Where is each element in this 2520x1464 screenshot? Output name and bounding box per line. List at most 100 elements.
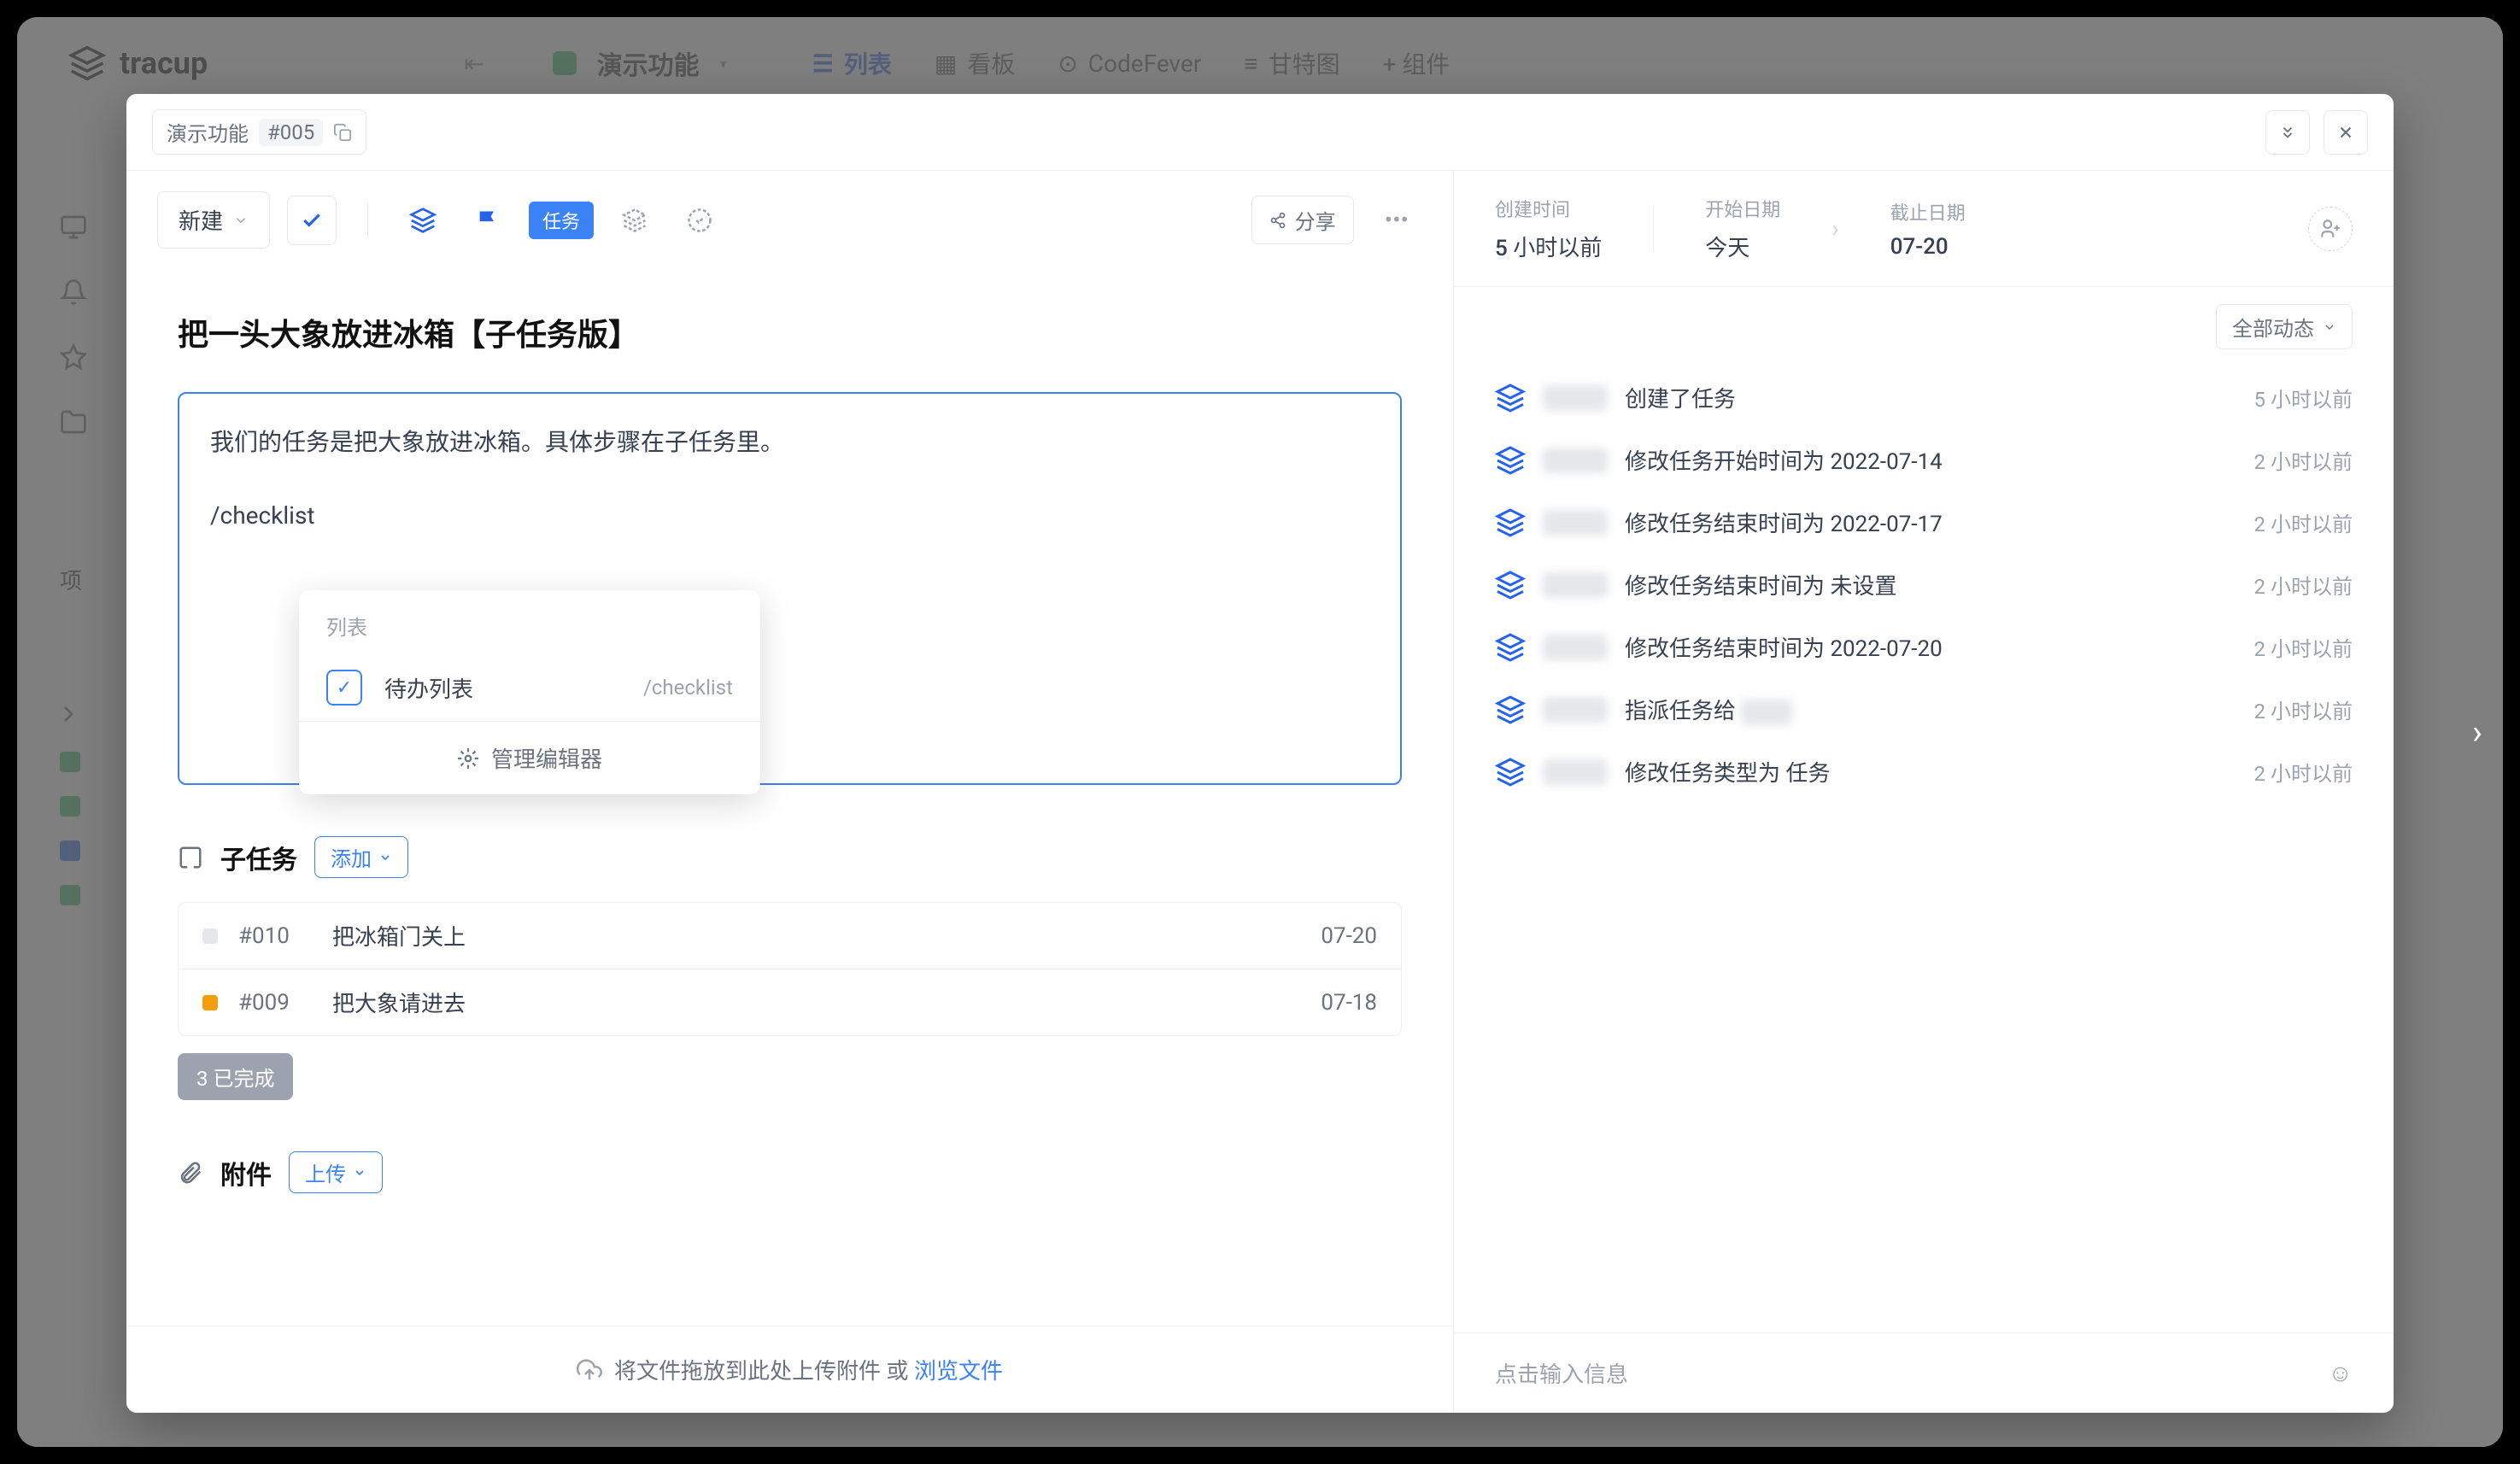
activity-text: 指派任务给	[1625, 694, 2237, 725]
chevron-down-icon	[233, 213, 249, 228]
next-task-button[interactable]: ›	[2472, 712, 2482, 752]
activity-time: 2 小时以前	[2254, 757, 2353, 787]
activity-text: 修改任务开始时间为 2022-07-14	[1625, 444, 2237, 476]
status-button[interactable]: 新建	[157, 191, 270, 249]
breadcrumb-project: 演示功能	[167, 117, 249, 147]
activity-time: 5 小时以前	[2254, 383, 2353, 413]
chevron-down-icon	[378, 851, 392, 864]
meta-created: 创建时间 5 小时以前	[1495, 195, 1602, 262]
activity-item: 修改任务结束时间为 未设置2 小时以前	[1495, 553, 2353, 616]
subtasks-section: 子任务 添加 #010 把冰箱门关上 07-20 #009 把大象请进去 07-18 3 …	[178, 836, 1402, 1100]
share-icon	[1269, 212, 1286, 229]
flag-icon[interactable]	[464, 196, 512, 244]
slash-command-text: /checklist	[210, 501, 1369, 530]
attachments-title: 附件	[220, 1154, 272, 1192]
task-title[interactable]: 把一头大象放进冰箱【子任务版】	[178, 310, 1402, 354]
dropzone-text: 将文件拖放到此处上传附件 或 浏览文件	[614, 1354, 1003, 1385]
status-dot	[202, 995, 218, 1010]
subtask-row[interactable]: #009 把大象请进去 07-18	[179, 969, 1401, 1035]
activity-item: 指派任务给 2 小时以前	[1495, 678, 2353, 741]
breadcrumb-id: #005	[259, 119, 323, 146]
activity-user-blur	[1543, 510, 1608, 536]
subtask-icon	[178, 845, 203, 870]
activity-user-blur	[1543, 448, 1608, 473]
arrow-right-icon: ›	[1831, 214, 1838, 243]
activity-user-blur	[1543, 572, 1608, 598]
complete-button[interactable]	[287, 196, 337, 245]
upload-button[interactable]: 上传	[289, 1151, 383, 1193]
close-button[interactable]	[2324, 110, 2368, 155]
activity-user-blur	[1543, 385, 1608, 411]
popup-manage-editor[interactable]: 管理编辑器	[299, 721, 760, 794]
cube-icon	[1495, 570, 1526, 600]
meta-start[interactable]: 开始日期 今天	[1705, 195, 1780, 262]
breadcrumb[interactable]: 演示功能 #005	[152, 109, 366, 155]
activity-time: 2 小时以前	[2254, 694, 2353, 724]
meta-row: 创建时间 5 小时以前 开始日期 今天 › 截止日期 07-20	[1454, 171, 2394, 287]
activity-text: 创建了任务	[1625, 382, 2237, 413]
activity-text: 修改任务结束时间为 2022-07-20	[1625, 631, 2237, 663]
activity-user-blur	[1543, 697, 1608, 723]
activity-time: 2 小时以前	[2254, 507, 2353, 537]
cube-icon	[1495, 694, 1526, 725]
minimize-button[interactable]	[2265, 110, 2310, 155]
status-dot	[202, 928, 218, 944]
activity-item: 修改任务类型为 任务 2 小时以前	[1495, 741, 2353, 803]
checklist-icon: ✓	[326, 670, 362, 706]
cube-icon	[1495, 383, 1526, 413]
activity-text: 修改任务类型为 任务	[1625, 756, 2237, 788]
share-button[interactable]: 分享	[1251, 196, 1354, 244]
subtask-date: 07-18	[1321, 990, 1377, 1016]
subtask-title: 把大象请进去	[332, 987, 1300, 1018]
activity-user-blur	[1543, 635, 1608, 660]
toolbar: 新建 任务 分享 •••	[126, 171, 1453, 269]
type-badge[interactable]: 任务	[529, 202, 594, 239]
cube-icon	[1495, 445, 1526, 476]
attachment-icon	[178, 1160, 203, 1186]
comment-input[interactable]: 点击输入信息 ☺	[1454, 1332, 2394, 1413]
subtasks-title: 子任务	[220, 839, 297, 876]
completed-count[interactable]: 3 已完成	[178, 1053, 293, 1100]
chevron-down-icon	[2323, 320, 2336, 334]
activity-item: 创建了任务 5 小时以前	[1495, 366, 2353, 429]
cube-icon	[1495, 757, 1526, 788]
cloud-upload-icon	[577, 1357, 602, 1383]
gear-icon	[457, 747, 479, 770]
slash-popup: 列表 ✓ 待办列表 /checklist 管理编辑器	[299, 590, 760, 794]
task-modal: 演示功能 #005 新建 任务	[126, 94, 2394, 1413]
popup-section-label: 列表	[299, 590, 760, 654]
description-editor[interactable]: 我们的任务是把大象放进冰箱。具体步骤在子任务里。 /checklist 列表 ✓…	[178, 392, 1402, 785]
activity-item: 修改任务结束时间为 2022-07-20 2 小时以前	[1495, 616, 2353, 678]
activity-text: 修改任务结束时间为 2022-07-17	[1625, 507, 2237, 538]
user-add-icon	[2319, 218, 2341, 240]
chevron-down-icon	[353, 1166, 366, 1180]
subtask-row[interactable]: #010 把冰箱门关上 07-20	[179, 903, 1401, 969]
description-text: 我们的任务是把大象放进冰箱。具体步骤在子任务里。	[210, 421, 1369, 464]
assignee-button[interactable]	[2308, 207, 2353, 251]
activity-text: 修改任务结束时间为 未设置	[1625, 569, 2237, 600]
activity-item: 修改任务开始时间为 2022-07-14 2 小时以前	[1495, 429, 2353, 491]
copy-icon[interactable]	[333, 123, 352, 142]
attachments-section: 附件 上传	[178, 1151, 1402, 1193]
activity-time: 2 小时以前	[2254, 445, 2353, 475]
more-button[interactable]: •••	[1371, 199, 1422, 241]
subtask-date: 07-20	[1321, 923, 1377, 949]
browse-link[interactable]: 浏览文件	[914, 1359, 1003, 1385]
emoji-button[interactable]: ☺	[2328, 1359, 2353, 1387]
activity-user-blur	[1543, 759, 1608, 785]
cube-icon[interactable]	[399, 196, 447, 244]
activity-time: 2 小时以前	[2254, 632, 2353, 662]
subtask-id: #009	[238, 990, 312, 1016]
subtask-title: 把冰箱门关上	[332, 920, 1300, 952]
activity-assignee-blur	[1741, 700, 1792, 725]
cube-icon	[1495, 632, 1526, 663]
subtask-id: #010	[238, 923, 312, 949]
module-icon[interactable]	[611, 196, 659, 244]
popup-item-checklist[interactable]: ✓ 待办列表 /checklist	[299, 654, 760, 721]
meta-due[interactable]: 截止日期 07-20	[1890, 198, 1966, 260]
circle-check-icon[interactable]	[676, 196, 724, 244]
cube-icon	[1495, 507, 1526, 538]
dropzone[interactable]: 将文件拖放到此处上传附件 或 浏览文件	[126, 1326, 1453, 1413]
activity-filter[interactable]: 全部动态	[2216, 304, 2353, 349]
add-subtask-button[interactable]: 添加	[314, 836, 408, 878]
